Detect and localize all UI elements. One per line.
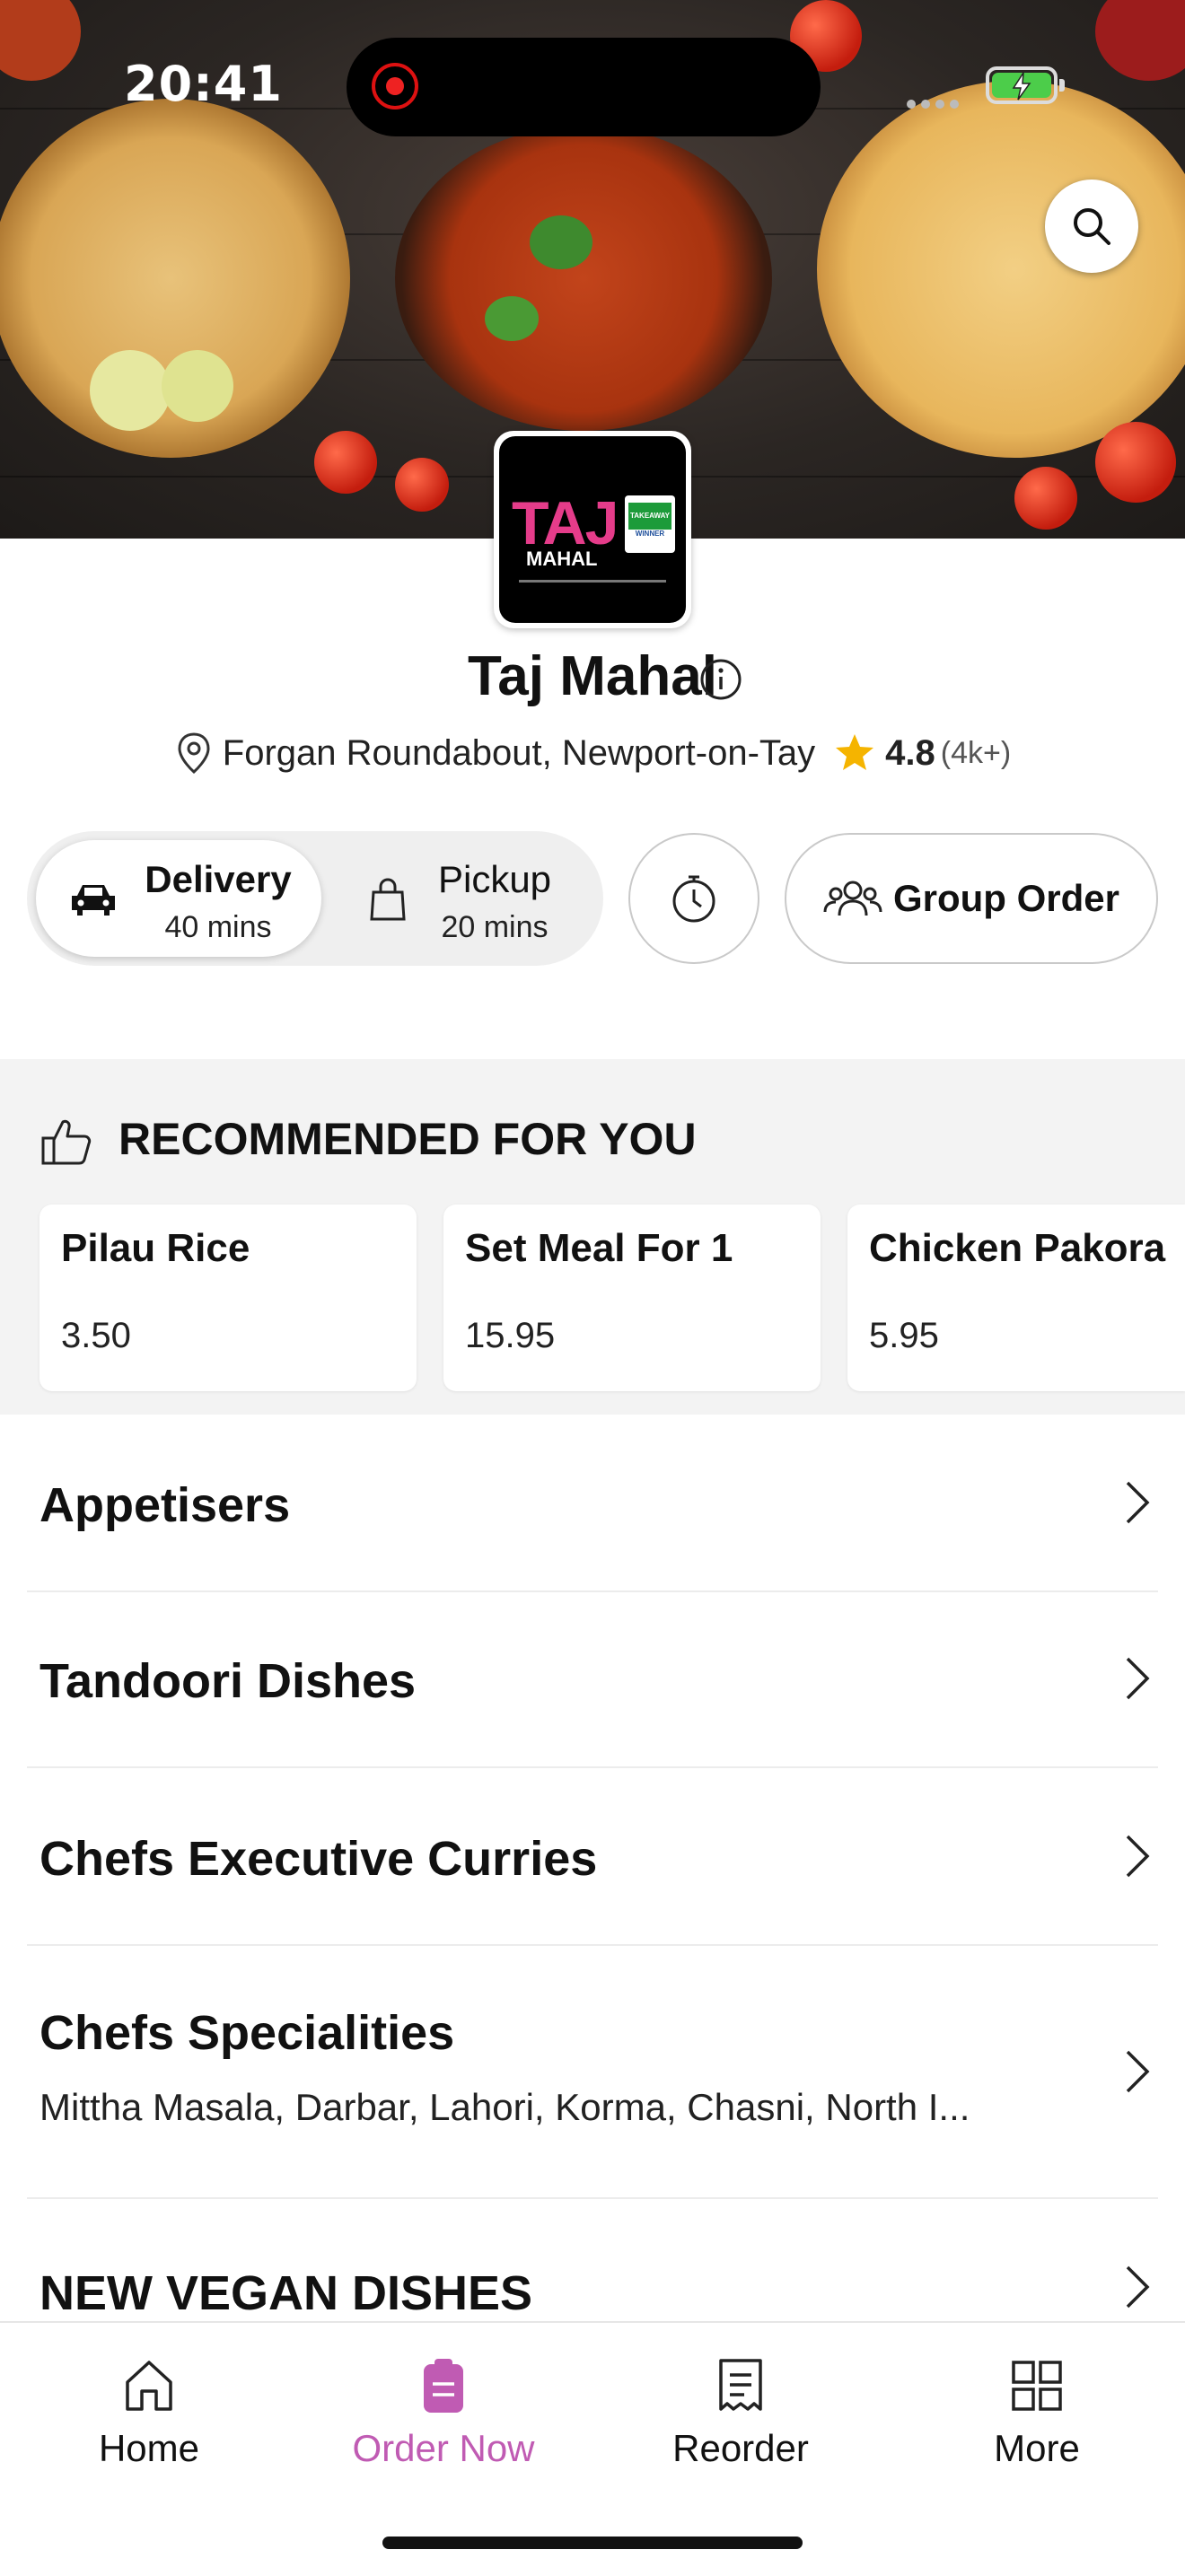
chevron-right-icon	[1126, 2265, 1150, 2309]
recommended-item[interactable]: Chicken Pakora 5.95	[847, 1205, 1185, 1391]
restaurant-name: Taj Mahal	[468, 645, 717, 707]
item-price: 5.95	[869, 1316, 939, 1355]
order-icon	[424, 2359, 463, 2413]
tab-label: More	[994, 2427, 1080, 2469]
search-button[interactable]	[1045, 180, 1138, 273]
status-time: 20:41	[124, 56, 283, 112]
thumbs-up-icon	[41, 1119, 92, 1165]
tab-label: Order Now	[352, 2427, 535, 2469]
tab-reorder[interactable]: Reorder	[642, 2357, 839, 2470]
delivery-label: Delivery	[145, 858, 292, 900]
item-price: 15.95	[465, 1316, 556, 1355]
schedule-button[interactable]	[628, 833, 759, 964]
home-icon	[126, 2361, 172, 2411]
category-name: Chefs Executive Curries	[40, 1832, 598, 1886]
rating-value: 4.8	[885, 732, 935, 773]
tab-more[interactable]: More	[938, 2357, 1136, 2470]
star-icon	[836, 734, 874, 770]
chevron-right-icon	[1126, 1481, 1150, 1524]
tab-home[interactable]: Home	[50, 2357, 248, 2470]
category-row[interactable]: Appetisers	[27, 1415, 1158, 1592]
address-row: Forgan Roundabout, Newport-on-Tay 4.8 (4…	[0, 731, 1185, 775]
car-icon	[72, 885, 115, 916]
chevron-right-icon	[1126, 1835, 1150, 1878]
grid-icon	[1012, 2361, 1062, 2411]
group-icon	[823, 881, 882, 916]
chevron-right-icon	[1126, 2050, 1150, 2093]
pickup-label: Pickup	[437, 858, 552, 900]
item-price: 3.50	[61, 1316, 131, 1355]
pickup-time: 20 mins	[441, 910, 549, 944]
pickup-option[interactable]: Pickup 20 mins	[332, 840, 594, 957]
receipt-icon	[719, 2359, 762, 2411]
category-subtitle: Mittha Masala, Darbar, Lahori, Korma, Ch…	[40, 2086, 970, 2128]
shopping-bag-icon	[370, 878, 406, 921]
tab-order-now[interactable]: Order Now	[345, 2357, 542, 2470]
category-name: Appetisers	[40, 1478, 291, 1532]
chevron-right-icon	[1126, 1657, 1150, 1700]
item-name: Chicken Pakora	[869, 1226, 1166, 1270]
restaurant-address: Forgan Roundabout, Newport-on-Tay	[222, 732, 816, 773]
delivery-time: 40 mins	[164, 910, 272, 944]
restaurant-logo: TAJ MAHAL TAKEAWAY WINNER	[494, 431, 691, 628]
screen-recording-icon	[372, 63, 418, 110]
delivery-option[interactable]: Delivery 40 mins	[36, 840, 321, 957]
location-pin-icon	[178, 732, 210, 774]
category-name: NEW VEGAN DISHES	[40, 2266, 533, 2320]
category-row[interactable]: Chefs Specialities Mittha Masala, Darbar…	[27, 1944, 1158, 2199]
recommended-item[interactable]: Pilau Rice 3.50	[40, 1205, 417, 1391]
group-order-label: Group Order	[892, 877, 1120, 919]
signal-icon	[907, 95, 964, 112]
recommended-title: RECOMMENDED FOR YOU	[118, 1114, 697, 1164]
search-icon	[1074, 208, 1110, 245]
battery-icon	[986, 66, 1058, 104]
item-name: Pilau Rice	[61, 1226, 250, 1270]
rating-count: (4k+)	[940, 735, 1012, 770]
category-row[interactable]: NEW VEGAN DISHES	[27, 2197, 1158, 2321]
category-name: Tandoori Dishes	[40, 1654, 417, 1708]
home-indicator	[382, 2537, 803, 2549]
timer-icon	[672, 875, 715, 923]
category-name: Chefs Specialities	[40, 2006, 455, 2060]
group-order-button[interactable]: Group Order	[785, 833, 1158, 964]
category-row[interactable]: Tandoori Dishes	[27, 1590, 1158, 1768]
category-row[interactable]: Chefs Executive Curries	[27, 1766, 1158, 1946]
tab-label: Home	[98, 2427, 200, 2469]
tab-label: Reorder	[672, 2427, 809, 2469]
info-icon[interactable]	[698, 657, 743, 705]
recommended-item[interactable]: Set Meal For 1 15.95	[443, 1205, 821, 1391]
item-name: Set Meal For 1	[465, 1226, 733, 1270]
